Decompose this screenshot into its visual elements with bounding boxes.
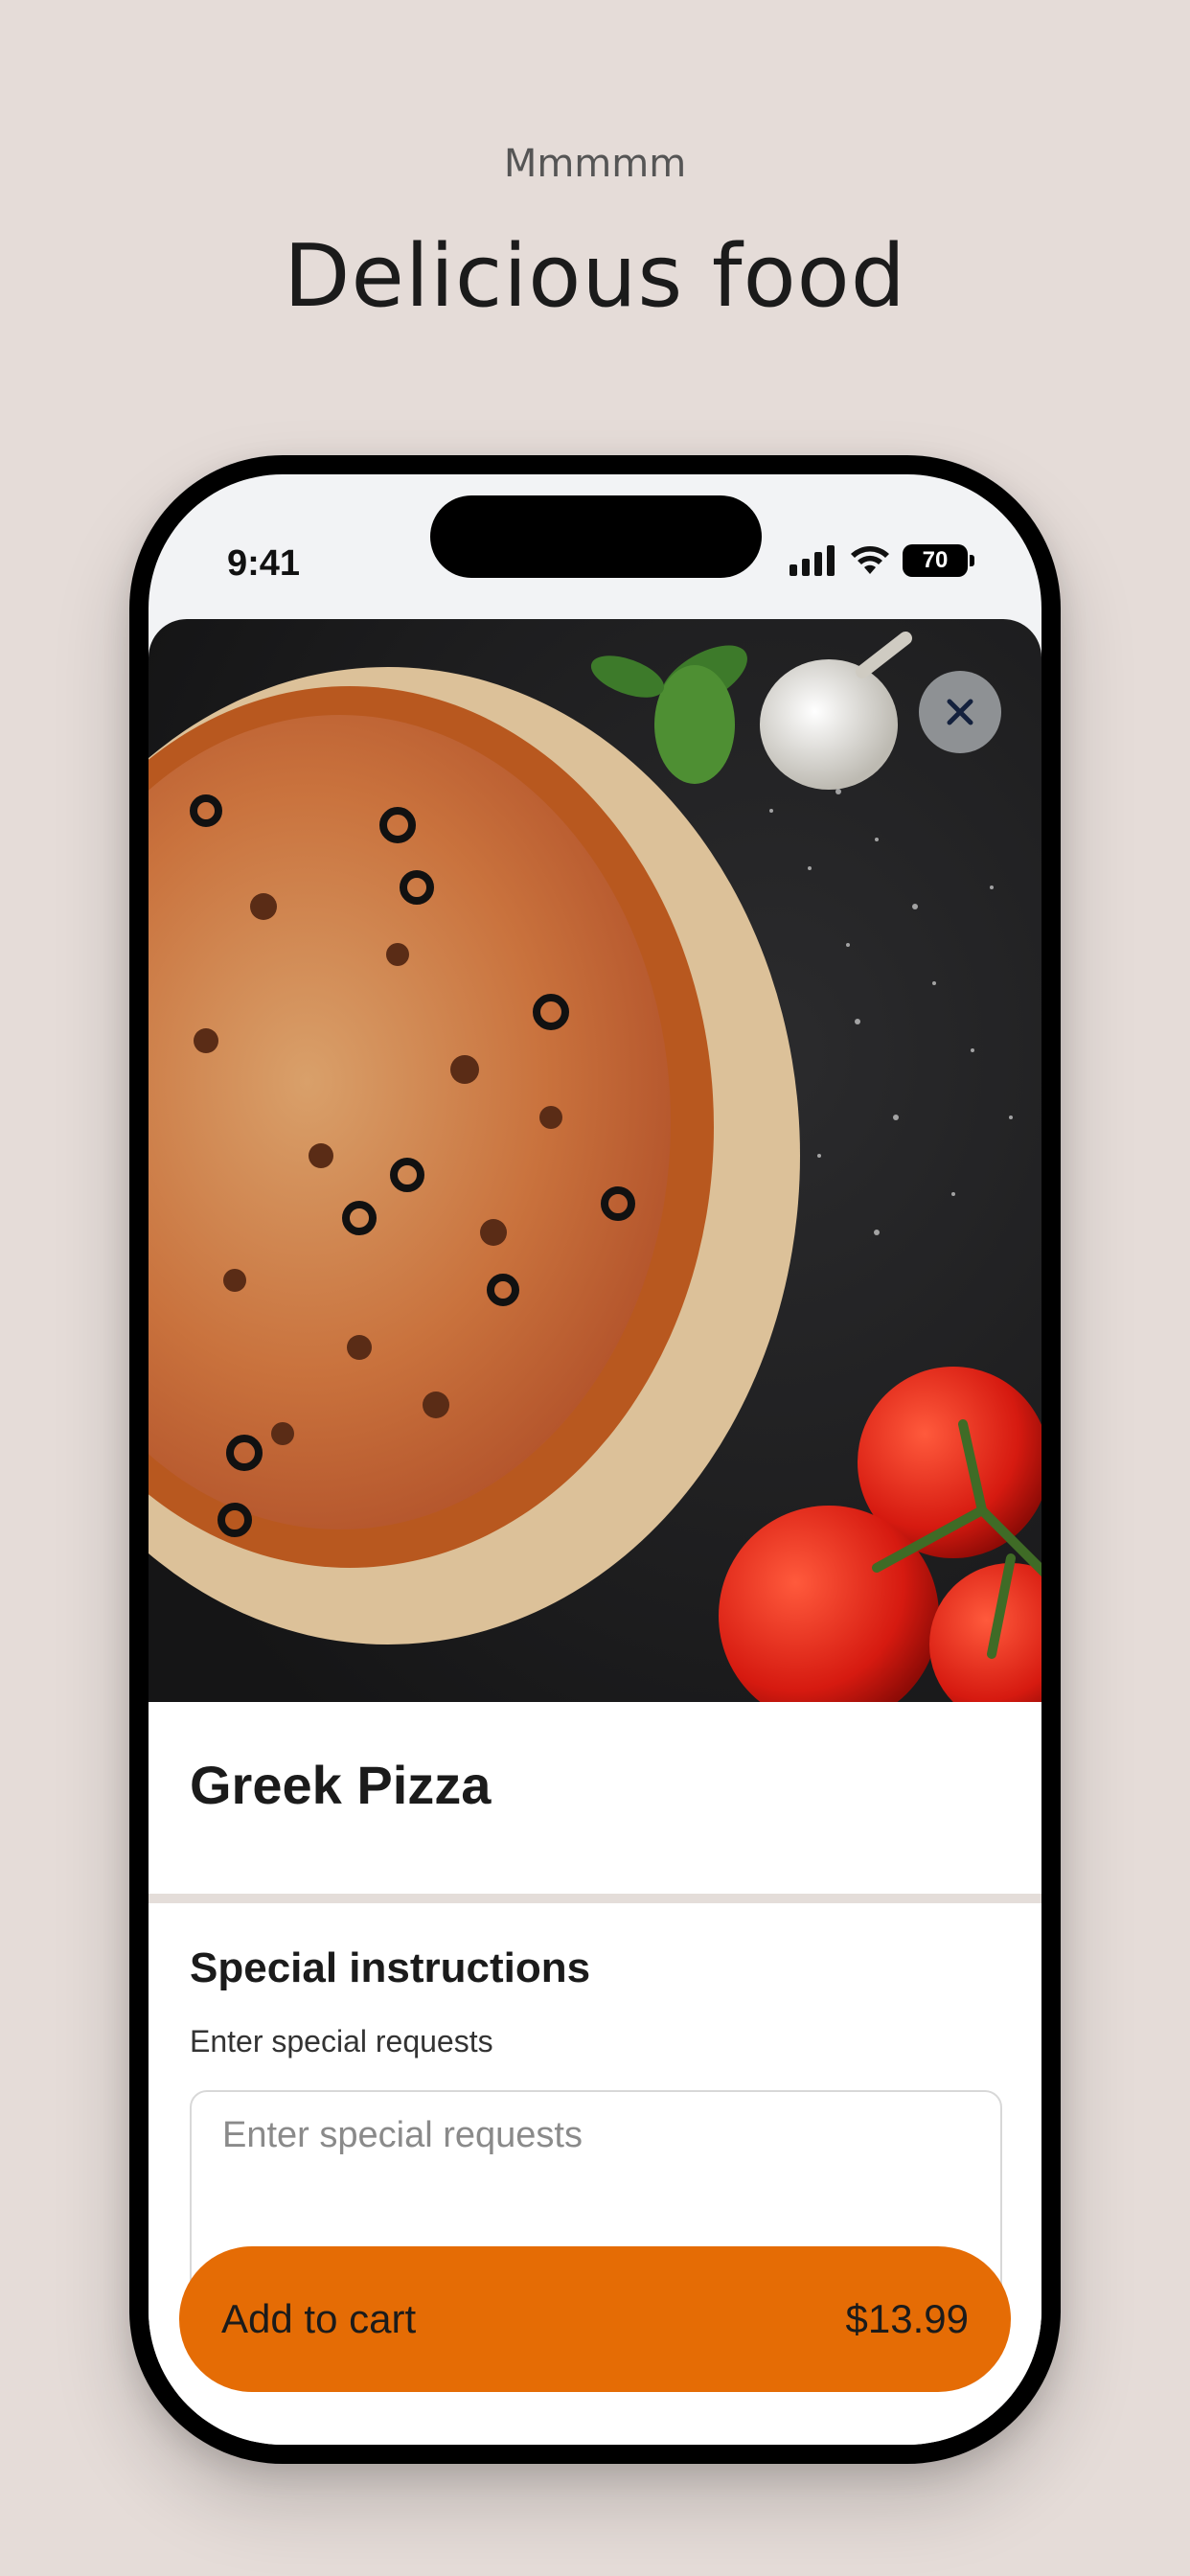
phone-screen: 9:41 70 Greek Pizza Special instructions… (149, 474, 1041, 2445)
dynamic-island (430, 495, 762, 578)
eyebrow-text: Mmmmm (503, 142, 687, 186)
add-to-cart-button[interactable]: Add to cart $13.99 (179, 2246, 1011, 2392)
cart-price: $13.99 (845, 2296, 969, 2341)
close-button[interactable] (919, 671, 1001, 753)
item-title: Greek Pizza (190, 1755, 492, 1815)
close-icon (947, 699, 973, 725)
wifi-icon (851, 546, 889, 574)
instructions-title: Special instructions (190, 1944, 591, 1991)
status-time: 9:41 (227, 543, 301, 584)
phone-frame: 9:41 70 Greek Pizza Special instructions… (129, 455, 1061, 2464)
instructions-label: Enter special requests (190, 2024, 493, 2058)
battery-icon: 70 (903, 544, 968, 577)
cellular-signal-icon (790, 545, 835, 576)
item-title-block: Greek Pizza (149, 1702, 1041, 1894)
item-sheet: Greek Pizza Special instructions Enter s… (149, 619, 1041, 2445)
status-icons: 70 (790, 541, 974, 580)
add-to-cart-label: Add to cart (221, 2296, 417, 2341)
item-image (149, 619, 1041, 1702)
section-divider (149, 1894, 1041, 1903)
headline: Delicious food (284, 226, 906, 327)
battery-tip (970, 555, 974, 566)
